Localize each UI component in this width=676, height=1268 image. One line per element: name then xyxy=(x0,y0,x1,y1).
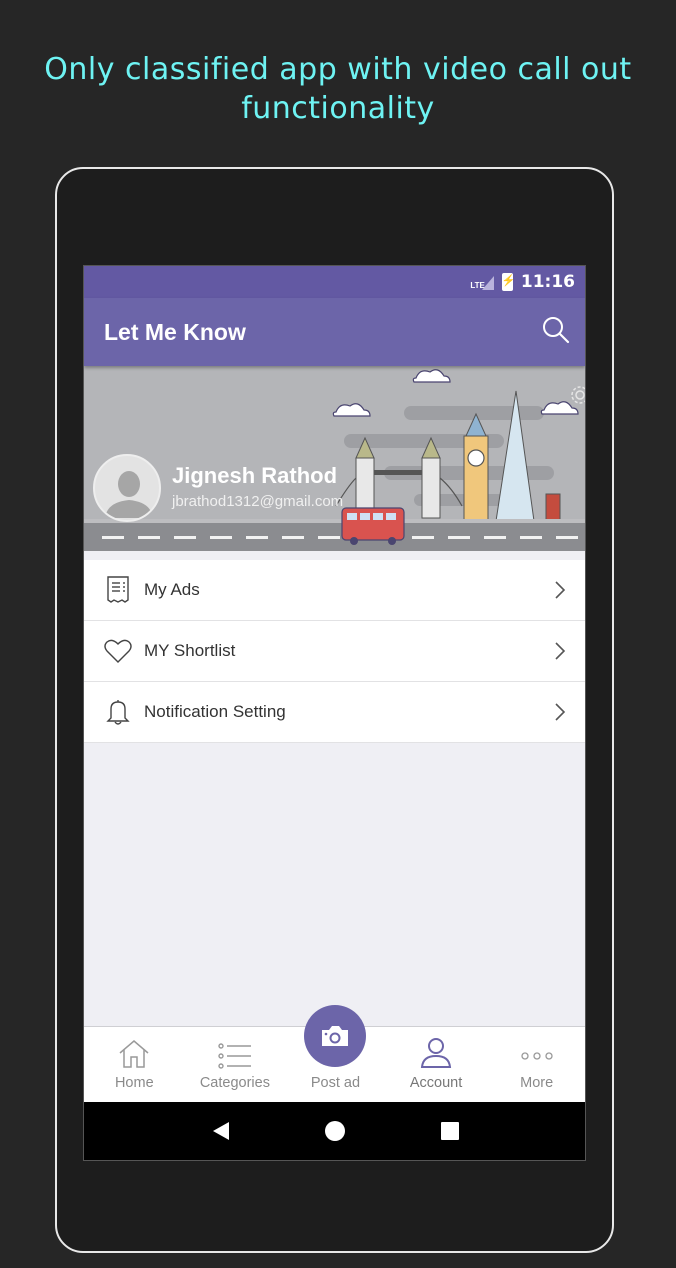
london-skyline-illustration xyxy=(84,369,585,551)
camera-icon xyxy=(322,1026,349,1046)
person-icon xyxy=(419,1037,453,1069)
menu-item-label: My Ads xyxy=(144,580,200,599)
profile-banner: Jignesh Rathod jbrathod1312@gmail.com xyxy=(84,366,585,551)
promo-caption: Only classified app with video call out … xyxy=(0,50,676,128)
chevron-right-icon xyxy=(555,581,566,599)
menu-item-my-ads[interactable]: My Ads xyxy=(84,560,585,621)
menu-item-label: MY Shortlist xyxy=(144,641,236,660)
app-title: Let Me Know xyxy=(104,318,246,345)
nav-label: Account xyxy=(409,1075,463,1091)
avatar[interactable] xyxy=(93,454,161,522)
recents-icon[interactable] xyxy=(440,1121,460,1141)
nav-post-ad[interactable]: Post ad xyxy=(285,1005,386,1102)
menu-item-my-shortlist[interactable]: MY Shortlist xyxy=(84,621,585,682)
status-time: 11:16 xyxy=(520,272,575,292)
bottom-navigation: Home Categories Post ad Account More xyxy=(84,1005,585,1102)
list-icon xyxy=(218,1037,252,1069)
nav-categories[interactable]: Categories xyxy=(185,1027,286,1102)
chevron-right-icon xyxy=(555,642,566,660)
bell-icon xyxy=(104,697,132,727)
menu-item-notification-setting[interactable]: Notification Setting xyxy=(84,682,585,743)
promo-line-1: Only classified app with video call out xyxy=(44,52,632,87)
home-icon xyxy=(118,1037,150,1069)
person-icon xyxy=(105,471,153,518)
nav-label: Home xyxy=(114,1075,154,1091)
status-bar: LTE 11:16 xyxy=(84,266,585,298)
post-ad-button[interactable] xyxy=(304,1005,367,1067)
nav-more[interactable]: More xyxy=(486,1027,585,1102)
nav-label: Post ad xyxy=(310,1075,361,1091)
account-menu: My Ads MY Shortlist Notification Setting xyxy=(84,560,585,743)
back-icon[interactable] xyxy=(211,1120,231,1142)
search-icon[interactable] xyxy=(541,315,571,350)
user-name: Jignesh Rathod xyxy=(172,463,338,488)
user-email: jbrathod1312@gmail.com xyxy=(172,493,344,510)
app-bar: Let Me Know xyxy=(84,298,585,366)
heart-icon xyxy=(104,636,132,666)
home-circle-icon[interactable] xyxy=(324,1120,346,1142)
more-icon xyxy=(520,1037,554,1069)
receipt-icon xyxy=(104,575,132,605)
chevron-right-icon xyxy=(555,703,566,721)
system-navigation-bar xyxy=(84,1102,585,1160)
nav-home[interactable]: Home xyxy=(84,1027,185,1102)
signal-icon: LTE xyxy=(470,274,494,290)
battery-icon xyxy=(501,273,516,291)
nav-account[interactable]: Account xyxy=(386,1027,487,1102)
phone-screen: LTE 11:16 Let Me Know xyxy=(83,265,586,1161)
promo-line-2: functionality xyxy=(241,91,435,126)
nav-label: Categories xyxy=(199,1075,270,1091)
nav-label: More xyxy=(520,1075,554,1091)
menu-item-label: Notification Setting xyxy=(144,702,286,721)
